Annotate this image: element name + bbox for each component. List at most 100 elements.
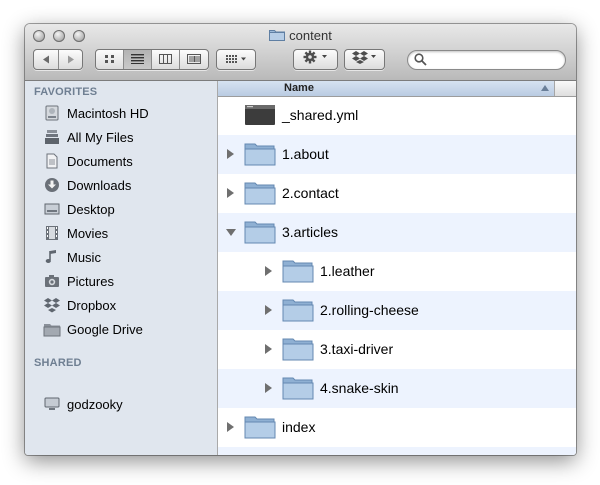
column-view-icon	[159, 51, 172, 69]
list-view-button[interactable]	[124, 50, 152, 69]
sidebar-item-music[interactable]: Music	[43, 246, 213, 268]
icon-view-button[interactable]	[96, 50, 124, 69]
sidebar-item-label: Music	[67, 249, 101, 265]
column-view-button[interactable]	[152, 50, 180, 69]
sidebar-item-label: Pictures	[67, 273, 114, 289]
action-segment	[294, 50, 337, 69]
shared-header: SHARED	[34, 357, 82, 369]
search-field[interactable]	[407, 50, 566, 70]
list-row-rolling-cheese[interactable]: 2.rolling-cheese	[218, 291, 576, 330]
list-row-label: index	[282, 419, 316, 435]
arrange-segment	[217, 50, 255, 69]
sidebar-item-all-my-files[interactable]: All My Files	[43, 126, 213, 148]
folder-icon	[269, 28, 286, 44]
sidebar-item-godzooky[interactable]: godzooky	[43, 393, 228, 415]
folder-icon	[43, 320, 61, 338]
list-row-about[interactable]: 1.about	[218, 135, 576, 174]
file-list: Name _shared.yml 1.about 2.contact 3.art…	[218, 81, 576, 455]
navigation-segment	[33, 49, 83, 70]
list-row-snake-skin[interactable]: 4.snake-skin	[218, 369, 576, 408]
folder-icon	[244, 141, 276, 167]
sidebar-item-downloads[interactable]: Downloads	[43, 174, 213, 196]
list-row-label: 3.articles	[282, 224, 339, 240]
back-arrow-icon	[42, 51, 50, 69]
sidebar-item-label: Downloads	[67, 177, 132, 193]
sidebar-item-macintosh-hd[interactable]: Macintosh HD	[43, 102, 213, 124]
forward-arrow-icon	[67, 51, 75, 69]
list-row-empty	[218, 447, 576, 455]
pictures-icon	[43, 272, 61, 290]
folder-icon	[244, 219, 276, 245]
finder-window: content FAVORITES Macintosh HD All My Fi…	[25, 24, 576, 455]
sidebar-item-label: Desktop	[67, 201, 115, 217]
sidebar-item-label: All My Files	[67, 129, 134, 145]
window-title: content	[289, 28, 332, 44]
sidebar-item-label: Macintosh HD	[67, 105, 149, 121]
list-view-icon	[131, 51, 144, 69]
sidebar-item-label: Documents	[67, 153, 133, 169]
name-column-header[interactable]: Name	[218, 81, 555, 96]
disclosure-triangle-icon[interactable]	[265, 344, 272, 354]
list-row-label: 1.about	[282, 146, 329, 162]
arrange-button[interactable]	[216, 49, 256, 70]
sidebar-item-google-drive[interactable]: Google Drive	[43, 318, 213, 340]
favorites-header: FAVORITES	[34, 86, 98, 98]
all-files-icon	[43, 128, 61, 146]
sidebar-item-pictures[interactable]: Pictures	[43, 270, 213, 292]
list-row-label: _shared.yml	[282, 107, 359, 123]
list-row-label: 2.contact	[282, 185, 339, 201]
dropbox-menu-button[interactable]	[344, 49, 385, 70]
sidebar-item-desktop[interactable]: Desktop	[43, 198, 213, 220]
list-row-leather[interactable]: 1.leather	[218, 252, 576, 291]
disclosure-triangle-icon[interactable]	[265, 383, 272, 393]
back-button[interactable]	[34, 50, 59, 69]
hard-drive-icon	[43, 104, 61, 122]
sidebar: FAVORITES Macintosh HD All My Files Docu…	[25, 81, 228, 455]
sidebar-item-label: Google Drive	[67, 321, 143, 337]
search-icon	[414, 53, 427, 71]
folder-icon	[282, 297, 314, 323]
column-header-bar: Name	[218, 81, 576, 97]
sidebar-item-movies[interactable]: Movies	[43, 222, 213, 244]
coverflow-view-button[interactable]	[180, 50, 208, 69]
folder-icon	[244, 414, 276, 440]
search-input[interactable]	[430, 52, 562, 68]
icon-view-icon	[104, 51, 116, 69]
desktop-icon	[43, 200, 61, 218]
music-icon	[43, 248, 61, 266]
folder-icon	[244, 180, 276, 206]
disclosure-triangle-icon[interactable]	[227, 149, 234, 159]
dropbox-segment	[345, 50, 384, 69]
sidebar-item-dropbox[interactable]: Dropbox	[43, 294, 213, 316]
disclosure-triangle-icon[interactable]	[265, 305, 272, 315]
list-row-label: 1.leather	[320, 263, 375, 279]
list-row-articles[interactable]: 3.articles	[218, 213, 576, 252]
folder-icon	[282, 336, 314, 362]
sort-ascending-icon	[541, 85, 549, 91]
disclosure-triangle-icon[interactable]	[227, 422, 234, 432]
list-row-contact[interactable]: 2.contact	[218, 174, 576, 213]
dropbox-icon	[351, 50, 378, 69]
computer-icon	[43, 395, 61, 413]
list-row-index[interactable]: index	[218, 408, 576, 447]
name-column-label: Name	[284, 82, 314, 94]
forward-button[interactable]	[59, 50, 82, 69]
movies-icon	[43, 224, 61, 242]
view-mode-segment	[95, 49, 209, 70]
disclosure-triangle-open-icon[interactable]	[226, 229, 236, 236]
dropbox-icon	[43, 296, 61, 314]
disclosure-triangle-icon[interactable]	[265, 266, 272, 276]
sidebar-item-label: Dropbox	[67, 297, 117, 313]
list-row-shared-yml[interactable]: _shared.yml	[218, 96, 576, 135]
folder-icon	[282, 258, 314, 284]
arrange-grid-icon	[225, 51, 247, 69]
disclosure-triangle-icon[interactable]	[227, 188, 234, 198]
document-icon	[244, 102, 276, 128]
sidebar-item-label: Movies	[67, 225, 109, 241]
list-row-taxi-driver[interactable]: 3.taxi-driver	[218, 330, 576, 369]
list-row-label: 4.snake-skin	[320, 380, 399, 396]
action-button[interactable]	[293, 49, 338, 70]
list-row-label: 3.taxi-driver	[320, 341, 394, 357]
downloads-icon	[43, 176, 61, 194]
sidebar-item-documents[interactable]: Documents	[43, 150, 213, 172]
